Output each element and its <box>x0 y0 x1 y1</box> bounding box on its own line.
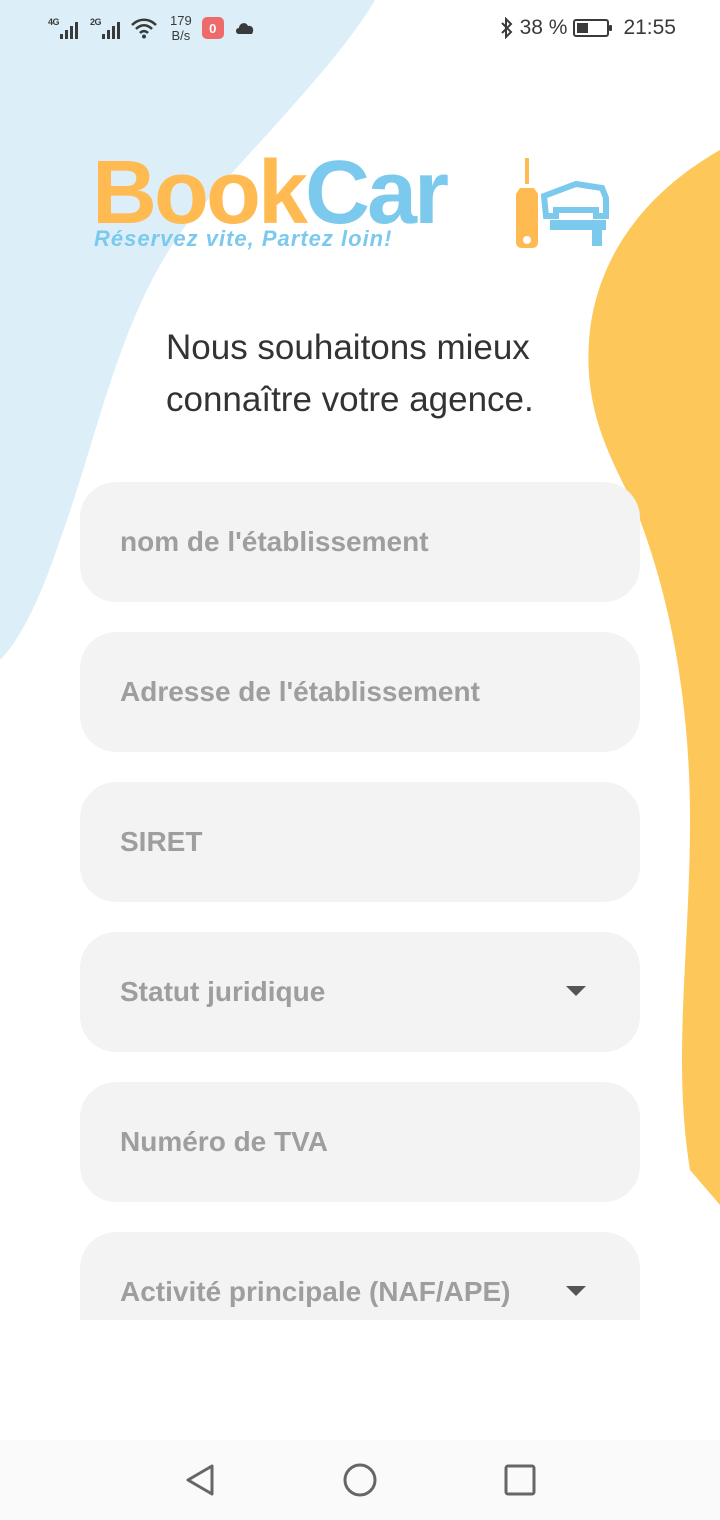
cloud-icon <box>235 23 253 34</box>
caret-down-icon <box>566 986 586 996</box>
home-icon[interactable] <box>340 1460 380 1500</box>
notification-app-icon: 0 <box>201 17 224 39</box>
input-placeholder: Numéro de TVA <box>120 1126 328 1157</box>
input-placeholder: nom de l'établissement <box>120 526 429 557</box>
status-bar: 4G 2G 179 B/s 0 38 % 21:55 <box>0 0 720 56</box>
bluetooth-icon <box>500 17 512 39</box>
establishment-address-input[interactable]: Adresse de l'établissement <box>80 632 640 752</box>
system-navigation-bar <box>0 1440 720 1520</box>
bookcar-logo: BookCar Réservez vite, Partez loin! <box>92 148 612 258</box>
dropdown-placeholder: Statut juridique <box>120 976 326 1007</box>
clock-time: 21:55 <box>623 16 676 39</box>
legal-status-dropdown[interactable]: Statut juridique <box>80 932 640 1052</box>
signal-strength-icon-2: 2G <box>90 17 120 39</box>
input-placeholder: SIRET <box>120 826 203 857</box>
establishment-name-input[interactable]: nom de l'établissement <box>80 482 640 602</box>
signal-strength-icon: 4G <box>48 17 78 39</box>
caret-down-icon <box>566 1286 586 1296</box>
back-icon[interactable] <box>180 1460 220 1500</box>
logo-tagline: Réservez vite, Partez loin! <box>94 226 393 251</box>
network-speed: 179 B/s <box>170 13 192 43</box>
page-headline: Nous souhaitons mieux connaître votre ag… <box>166 328 534 419</box>
battery-percent: 38 % <box>519 16 568 39</box>
battery-icon <box>573 19 613 37</box>
recents-icon[interactable] <box>500 1460 540 1500</box>
dropdown-placeholder: Activité principale (NAF/APE) <box>120 1276 511 1307</box>
input-placeholder: Adresse de l'établissement <box>120 676 480 707</box>
main-activity-dropdown[interactable]: Activité principale (NAF/APE) <box>80 1232 640 1320</box>
wifi-icon <box>131 18 157 39</box>
vat-number-input[interactable]: Numéro de TVA <box>80 1082 640 1202</box>
key-car-icon <box>516 158 609 248</box>
agency-form: nom de l'établissement Adresse de l'étab… <box>80 482 640 1320</box>
siret-input[interactable]: SIRET <box>80 782 640 902</box>
